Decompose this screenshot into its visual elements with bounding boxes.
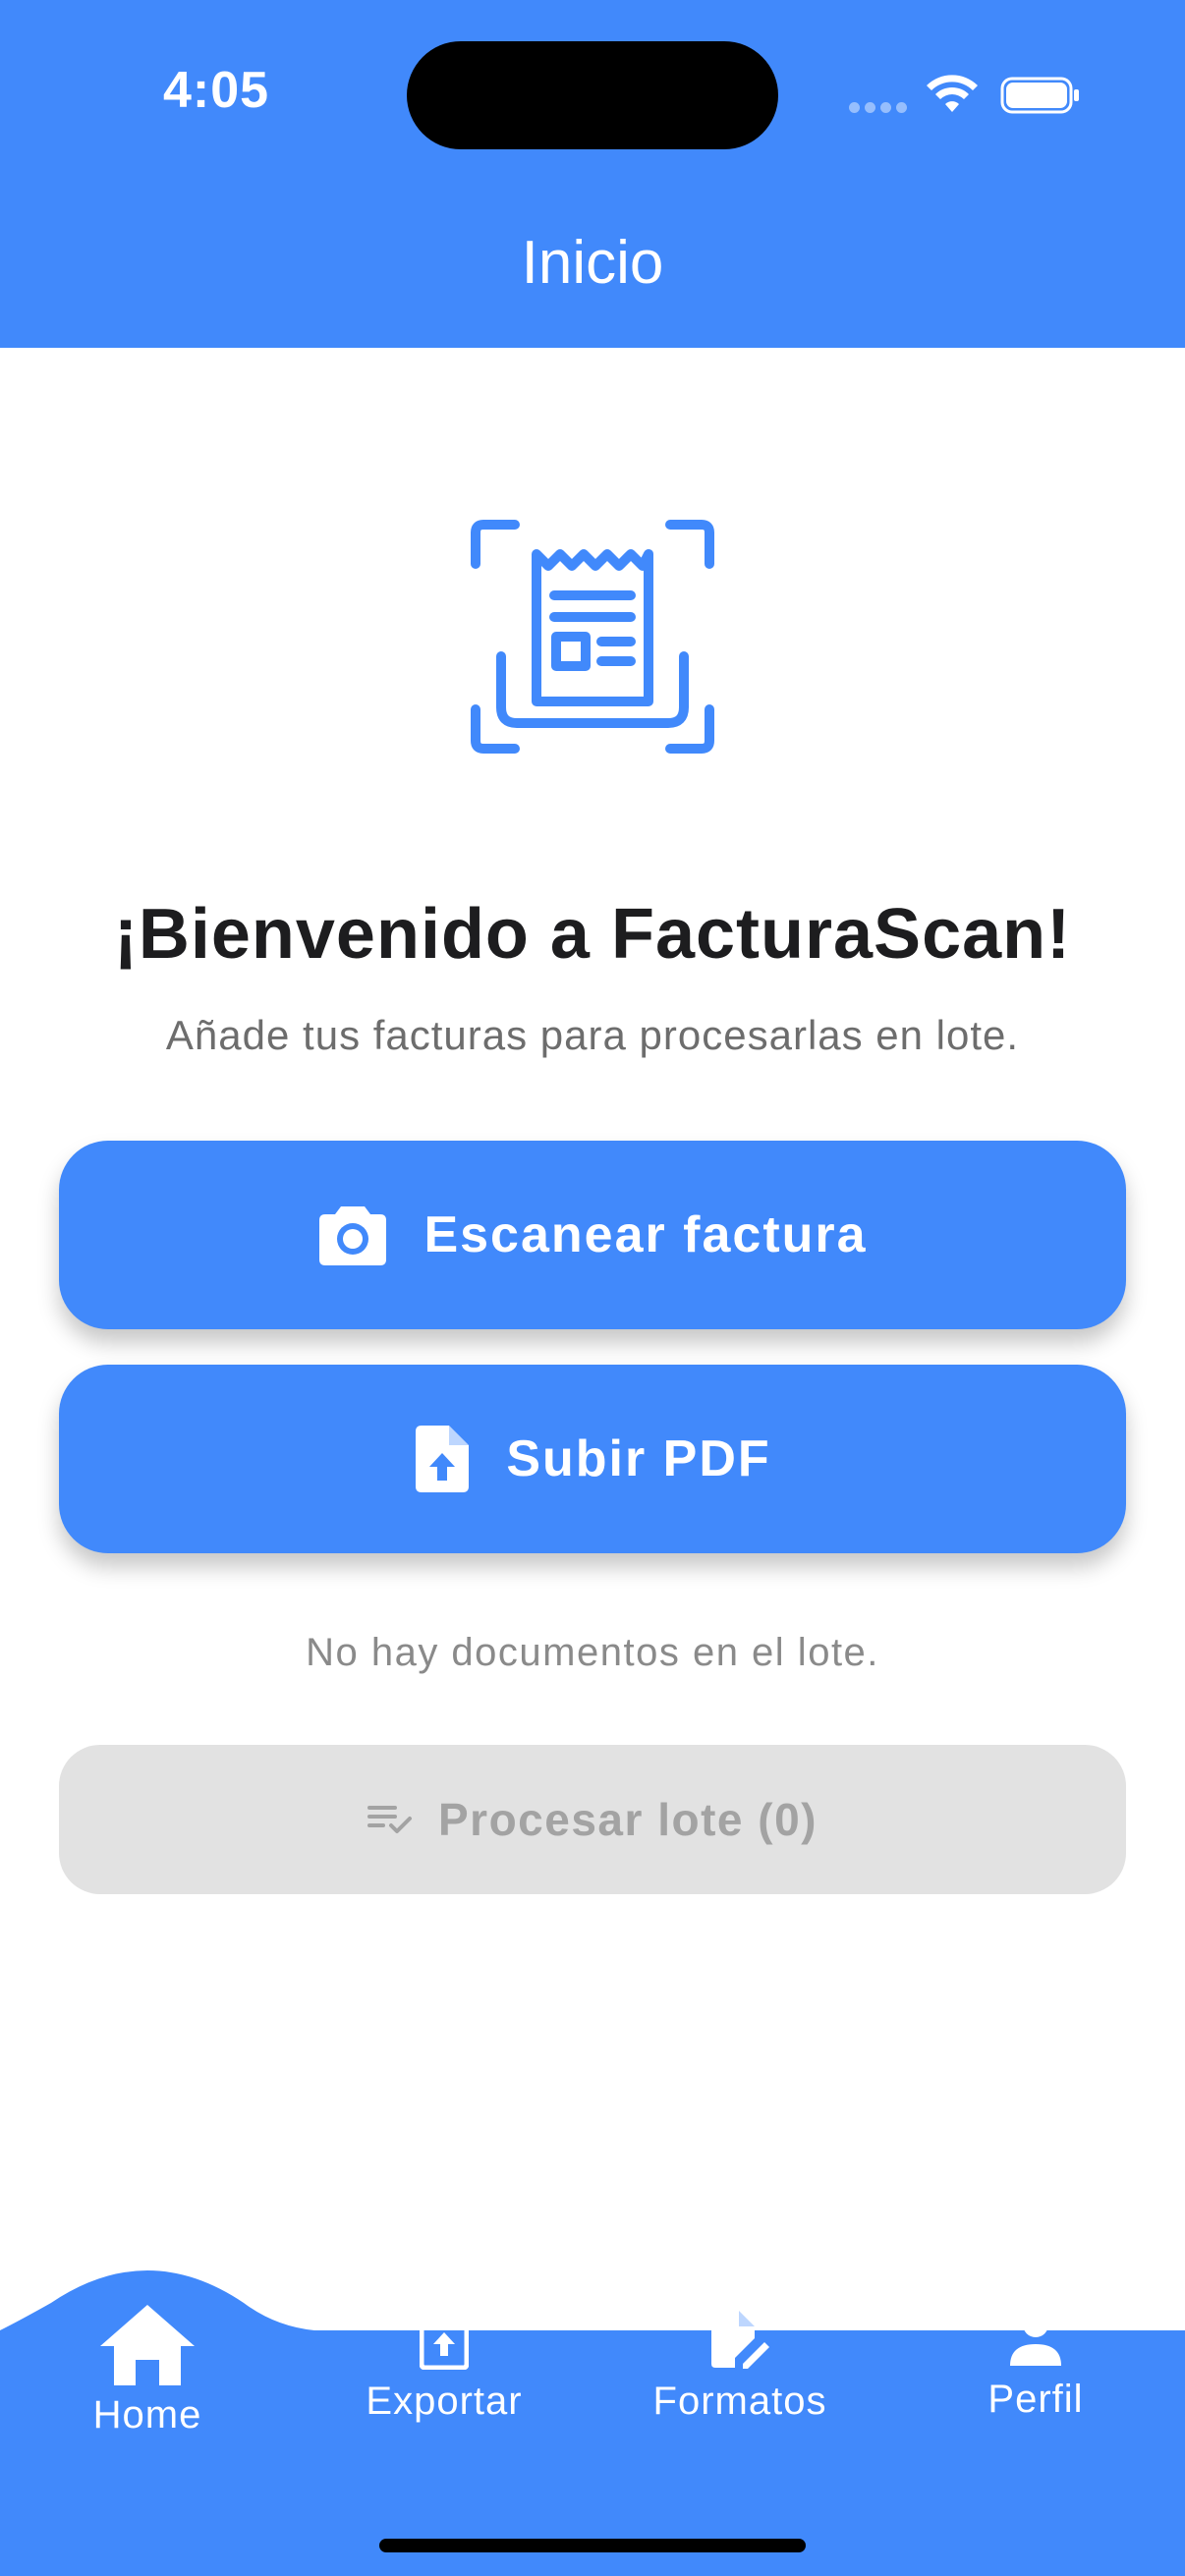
welcome-subtitle: Añade tus facturas para procesarlas en l… bbox=[165, 1012, 1020, 1058]
nav-label-formatos: Formatos bbox=[652, 2380, 827, 2423]
scan-invoice-button[interactable]: Escanear factura bbox=[59, 1141, 1126, 1329]
nav-label-exportar: Exportar bbox=[366, 2380, 523, 2423]
welcome-title: ¡Bienvenido a FacturaScan! bbox=[113, 895, 1072, 974]
scan-invoice-label: Escanear factura bbox=[423, 1206, 868, 1263]
file-upload-icon bbox=[420, 2309, 469, 2370]
home-icon bbox=[100, 2305, 195, 2385]
upload-pdf-label: Subir PDF bbox=[506, 1430, 771, 1487]
page-title: Inicio bbox=[521, 229, 664, 297]
empty-batch-message: No hay documentos en el lote. bbox=[306, 1631, 879, 1674]
nav-item-perfil[interactable]: Perfil bbox=[918, 2309, 1154, 2422]
person-icon bbox=[1010, 2312, 1061, 2366]
dynamic-island bbox=[407, 41, 778, 149]
receipt-scan-icon bbox=[471, 520, 714, 754]
file-upload-icon bbox=[416, 1426, 470, 1492]
process-batch-label: Procesar lote (0) bbox=[438, 1794, 818, 1845]
home-indicator bbox=[379, 2539, 806, 2552]
nav-item-home[interactable]: Home bbox=[29, 2303, 265, 2437]
nav-item-exportar[interactable]: Exportar bbox=[326, 2309, 562, 2424]
app-header: 4:05 Inicio bbox=[0, 0, 1185, 348]
nav-label-perfil: Perfil bbox=[988, 2378, 1084, 2421]
nav-label-home: Home bbox=[92, 2393, 202, 2436]
file-edit-icon bbox=[711, 2311, 769, 2369]
cellular-signal-icon bbox=[849, 102, 908, 114]
upload-pdf-button[interactable]: Subir PDF bbox=[59, 1365, 1126, 1553]
nav-item-formatos[interactable]: Formatos bbox=[622, 2309, 858, 2424]
playlist-check-icon bbox=[367, 1806, 412, 1833]
camera-icon bbox=[319, 1206, 387, 1265]
wifi-icon bbox=[927, 75, 978, 112]
status-time: 4:05 bbox=[163, 62, 270, 119]
battery-icon bbox=[1000, 77, 1079, 114]
process-batch-button[interactable]: Procesar lote (0) bbox=[59, 1745, 1126, 1894]
